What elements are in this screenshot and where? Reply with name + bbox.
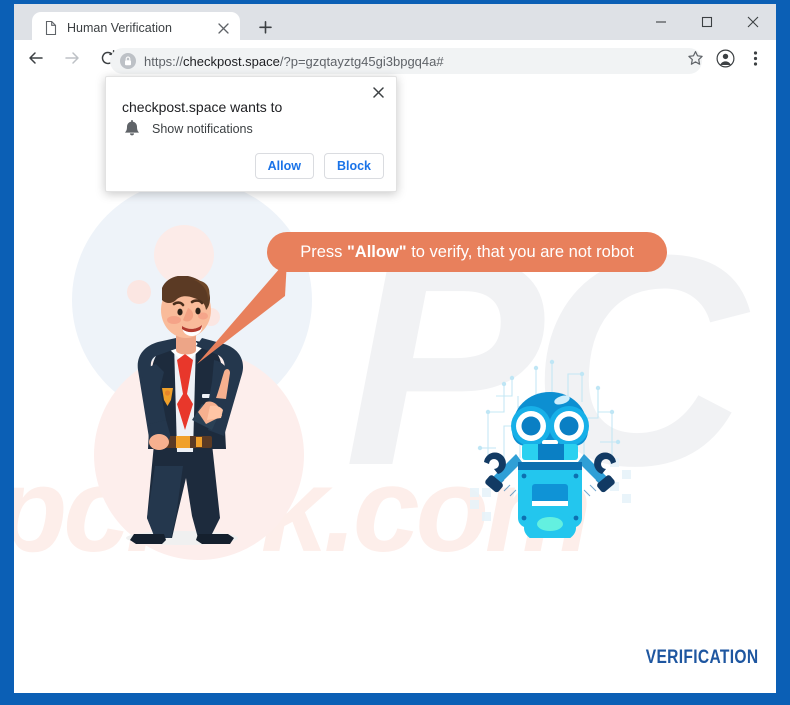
speech-bubble-tail: [197, 260, 287, 365]
bell-icon: [122, 119, 142, 139]
dialog-title: checkpost.space wants to: [122, 99, 283, 115]
tab-strip: Human Verification: [14, 4, 776, 44]
dialog-actions: Allow Block: [254, 153, 384, 179]
url-text: https://checkpost.space/?p=gzqtayztg45gi…: [144, 54, 444, 69]
notification-permission-dialog: checkpost.space wants to Show notificati…: [105, 76, 397, 192]
browser-window: Human Verification https://checkpost.spa…: [0, 0, 790, 705]
robot-illustration: [466, 338, 634, 544]
bubble-text: Press "Allow" to verify, that you are no…: [300, 243, 634, 262]
maximize-button[interactable]: [684, 8, 730, 40]
back-arrow-icon: [27, 49, 45, 72]
back-button[interactable]: [22, 46, 50, 74]
browser-toolbar: https://checkpost.space/?p=gzqtayztg45gi…: [14, 40, 776, 80]
permission-row: Show notifications: [122, 119, 253, 139]
block-button[interactable]: Block: [323, 153, 384, 179]
verification-label: VERIFICATION: [645, 647, 758, 668]
maximize-icon: [701, 15, 713, 33]
close-icon: [372, 85, 384, 103]
close-window-button[interactable]: [730, 8, 776, 40]
plus-icon: [258, 21, 272, 39]
three-dot-menu-icon: [753, 50, 758, 72]
dialog-close-button[interactable]: [368, 84, 388, 104]
toolbar-right-actions: [680, 46, 770, 76]
allow-button[interactable]: Allow: [254, 153, 314, 179]
tab-title: Human Verification: [67, 21, 172, 35]
forward-button[interactable]: [58, 46, 86, 74]
url-path: /?p=gzqtayztg45gi3bpgq4a#: [279, 53, 444, 69]
forward-arrow-icon: [63, 49, 81, 72]
bubble-prefix: Press: [300, 242, 347, 261]
lock-icon: [120, 53, 136, 69]
minimize-icon: [655, 15, 667, 33]
permission-label: Show notifications: [152, 122, 253, 136]
bookmark-button[interactable]: [680, 46, 710, 76]
bubble-bold: "Allow": [346, 242, 407, 261]
browser-menu-button[interactable]: [740, 46, 770, 76]
window-controls: [638, 8, 776, 40]
address-bar[interactable]: https://checkpost.space/?p=gzqtayztg45gi…: [110, 48, 702, 74]
page-icon: [43, 20, 59, 36]
minimize-button[interactable]: [638, 8, 684, 40]
speech-bubble: Press "Allow" to verify, that you are no…: [267, 232, 667, 272]
account-avatar-icon: [716, 49, 735, 73]
close-icon[interactable]: [214, 19, 232, 37]
close-icon: [747, 15, 759, 33]
url-domain: checkpost.space: [183, 53, 280, 69]
url-scheme: https://: [144, 53, 184, 69]
profile-button[interactable]: [710, 46, 740, 76]
bubble-suffix: to verify, that you are not robot: [406, 242, 634, 261]
star-icon: [687, 50, 704, 72]
